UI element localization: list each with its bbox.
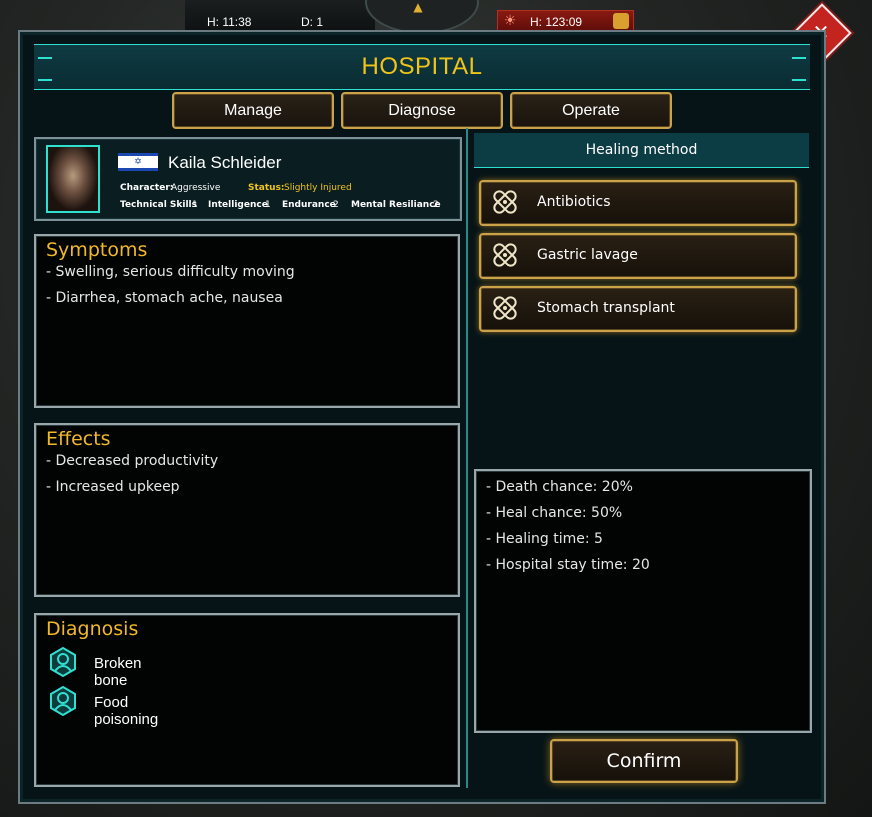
heal-method-gastric-lavage[interactable]: Gastric lavage (479, 233, 797, 279)
hud-rank-icon: ▲ (413, 0, 423, 14)
stat-label: Intelligence (208, 200, 268, 210)
window-title: HOSPITAL (361, 53, 483, 80)
effect-item: - Increased upkeep (46, 479, 180, 495)
sunrise-icon: ☀ (503, 13, 517, 29)
heal-method-label: Stomach transplant (537, 300, 675, 316)
symptoms-title: Symptoms (46, 239, 148, 261)
bandage-icon (493, 243, 517, 267)
effect-item: - Decreased productivity (46, 453, 219, 469)
heal-method-antibiotics[interactable]: Antibiotics (479, 180, 797, 226)
stat-label: Endurance (282, 200, 336, 210)
patient-name: Kaila Schleider (168, 153, 282, 172)
title-bar: HOSPITAL (34, 44, 810, 90)
hud-corner-icon (613, 13, 629, 29)
symptom-item: - Swelling, serious difficulty moving (46, 264, 295, 280)
diagnosis-label: Broken bone (94, 655, 142, 689)
stat-label: Mental Resiliance (351, 200, 441, 210)
character-label: Character: (120, 183, 174, 193)
detail-item: - Death chance: 20% (486, 479, 633, 495)
bandage-icon (493, 190, 517, 214)
hud-alert-label: H: 123:09 (530, 15, 583, 29)
symptom-item: - Diarrhea, stomach ache, nausea (46, 290, 283, 306)
heal-method-label: Gastric lavage (537, 247, 638, 263)
detail-item: - Hospital stay time: 20 (486, 557, 650, 573)
detail-item: - Healing time: 5 (486, 531, 603, 547)
treatment-details-panel: - Death chance: 20% - Heal chance: 50% -… (474, 469, 812, 733)
stat-label: Technical Skills (120, 200, 197, 210)
symptoms-panel: Symptoms - Swelling, serious difficulty … (34, 234, 460, 408)
healing-method-header: Healing method (474, 133, 809, 168)
stat-value: 1 (265, 200, 271, 210)
bandage-icon (493, 296, 517, 320)
patient-icon (50, 686, 76, 716)
detail-item: - Heal chance: 50% (486, 505, 623, 521)
confirm-button[interactable]: Confirm (550, 739, 738, 783)
status-value: Slightly Injured (284, 183, 352, 193)
column-divider (466, 128, 468, 788)
hud-time-label: H: 11:38 (207, 15, 252, 29)
tab-diagnose[interactable]: Diagnose (341, 92, 503, 129)
tab-operate[interactable]: Operate (510, 92, 672, 129)
heal-method-label: Antibiotics (537, 194, 611, 210)
hospital-window: HOSPITAL Manage Diagnose Operate ✡ Kaila… (18, 30, 826, 804)
patient-portrait (46, 145, 100, 213)
stat-value: 2 (433, 200, 439, 210)
effects-panel: Effects - Decreased productivity - Incre… (34, 423, 460, 597)
hud-day-label: D: 1 (301, 15, 324, 29)
diagnosis-title: Diagnosis (46, 618, 139, 640)
diagnosis-label: Food poisoning (94, 694, 159, 728)
patient-profile: ✡ Kaila Schleider Character: Aggressive … (34, 137, 462, 221)
status-label: Status: (248, 183, 285, 193)
stat-value: 1 (192, 200, 198, 210)
tab-manage[interactable]: Manage (172, 92, 334, 129)
top-hud: H: 11:38 D: 1 ▲ ☀ H: 123:09 (175, 0, 645, 34)
character-value: Aggressive (171, 183, 221, 193)
heal-method-stomach-transplant[interactable]: Stomach transplant (479, 286, 797, 332)
stat-value: 2 (333, 200, 339, 210)
effects-title: Effects (46, 428, 111, 450)
diagnosis-panel: Diagnosis Broken bone Food poisoning (34, 613, 460, 787)
patient-icon (50, 647, 76, 677)
flag-icon: ✡ (118, 153, 158, 171)
